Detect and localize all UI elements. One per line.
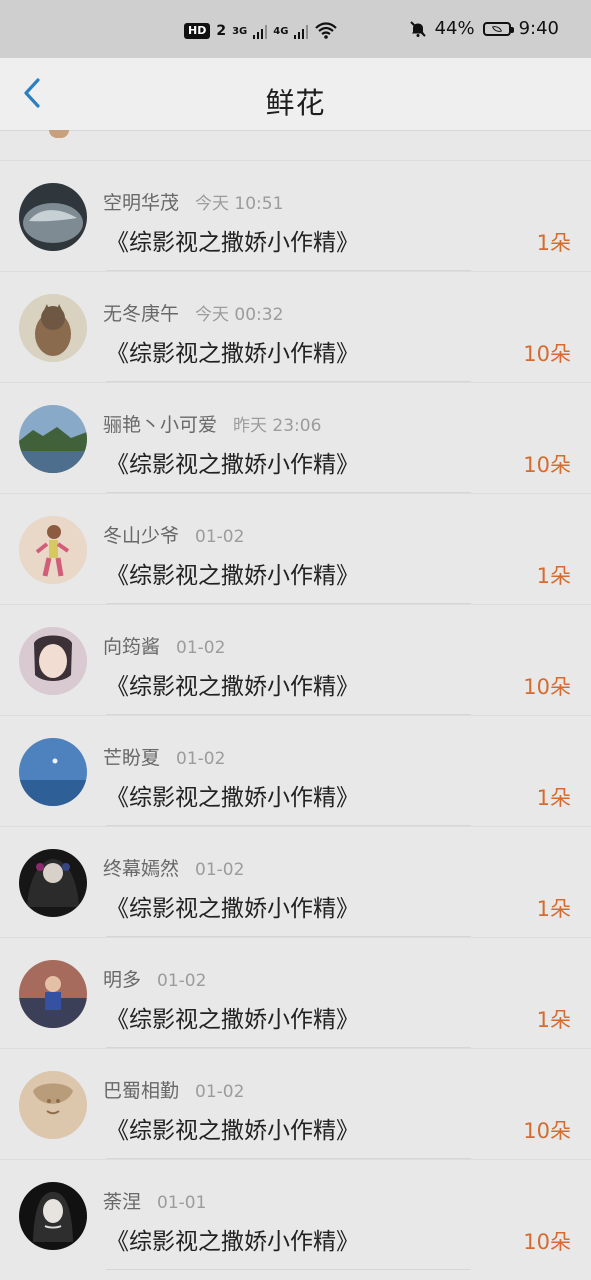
book-title: 《综影视之撒娇小作精》 bbox=[106, 674, 359, 700]
timestamp: 01-02 bbox=[195, 1082, 245, 1102]
list-item[interactable]: 芒盼夏 01-02 《综影视之撒娇小作精》 1朵 bbox=[0, 715, 591, 826]
book-title: 《综影视之撒娇小作精》 bbox=[106, 1118, 359, 1144]
username: 骊艳丶小可爱 bbox=[103, 414, 218, 436]
avatar bbox=[19, 738, 87, 806]
timestamp: 今天 00:32 bbox=[195, 305, 284, 325]
username: 巴蜀相勤 bbox=[103, 1080, 180, 1102]
network-4g-label: 4G bbox=[273, 25, 289, 37]
battery-icon bbox=[482, 21, 514, 36]
flower-count: 10朵 bbox=[523, 1230, 571, 1254]
battery-percent: 44% bbox=[434, 18, 475, 39]
avatar bbox=[19, 627, 87, 695]
list-item[interactable]: 空明华茂 今天 10:51 《综影视之撒娇小作精》 1朵 bbox=[0, 160, 591, 271]
flower-count: 10朵 bbox=[523, 1119, 571, 1143]
username: 终幕嫣然 bbox=[103, 858, 180, 880]
list-item[interactable]: 无冬庚午 今天 00:32 《综影视之撒娇小作精》 10朵 bbox=[0, 271, 591, 382]
bell-muted-icon bbox=[409, 20, 426, 37]
timestamp: 01-02 bbox=[195, 860, 245, 880]
book-title: 《综影视之撒娇小作精》 bbox=[106, 1007, 359, 1033]
network-status: HD 2 3G 4G bbox=[184, 22, 338, 40]
username: 芒盼夏 bbox=[103, 747, 161, 769]
username: 空明华茂 bbox=[103, 192, 180, 214]
timestamp: 01-02 bbox=[157, 971, 207, 991]
flower-count: 10朵 bbox=[523, 342, 571, 366]
username: 向筠酱 bbox=[103, 636, 161, 658]
avatar bbox=[19, 294, 87, 362]
flower-count: 1朵 bbox=[536, 786, 571, 810]
book-title: 《综影视之撒娇小作精》 bbox=[106, 452, 359, 478]
username: 冬山少爷 bbox=[103, 525, 180, 547]
list-item[interactable]: 向筠酱 01-02 《综影视之撒娇小作精》 10朵 bbox=[0, 604, 591, 715]
avatar-fragment bbox=[49, 130, 69, 138]
hd-badge: HD bbox=[184, 23, 211, 39]
avatar bbox=[19, 1071, 87, 1139]
username: 无冬庚午 bbox=[103, 303, 180, 325]
avatar bbox=[19, 405, 87, 473]
gift-record-list: 空明华茂 今天 10:51 《综影视之撒娇小作精》 1朵 无冬庚午 今天 00:… bbox=[0, 130, 591, 1280]
book-title: 《综影视之撒娇小作精》 bbox=[106, 1229, 359, 1255]
username: 明多 bbox=[103, 969, 142, 991]
partial-list-item bbox=[0, 130, 591, 160]
system-status: 44% 9:40 bbox=[409, 18, 559, 39]
avatar bbox=[19, 849, 87, 917]
flower-count: 1朵 bbox=[536, 231, 571, 255]
list-item[interactable]: 终幕嫣然 01-02 《综影视之撒娇小作精》 1朵 bbox=[0, 826, 591, 937]
top-navigation-bar: 鲜花 bbox=[0, 58, 591, 131]
signal-icon bbox=[294, 23, 309, 39]
avatar bbox=[19, 183, 87, 251]
page-title: 鲜花 bbox=[265, 86, 326, 120]
book-title: 《综影视之撒娇小作精》 bbox=[106, 896, 359, 922]
network-3g-label: 3G bbox=[232, 25, 248, 37]
timestamp: 01-02 bbox=[176, 749, 226, 769]
timestamp: 昨天 23:06 bbox=[233, 416, 322, 436]
book-title: 《综影视之撒娇小作精》 bbox=[106, 785, 359, 811]
avatar bbox=[19, 516, 87, 584]
list-item[interactable]: 荼涅 01-01 《综影视之撒娇小作精》 10朵 bbox=[0, 1159, 591, 1270]
sim-number: 2 bbox=[216, 23, 227, 39]
book-title: 《综影视之撒娇小作精》 bbox=[106, 230, 359, 256]
list-item[interactable]: 巴蜀相勤 01-02 《综影视之撒娇小作精》 10朵 bbox=[0, 1048, 591, 1159]
list-item[interactable]: 明多 01-02 《综影视之撒娇小作精》 1朵 bbox=[0, 937, 591, 1048]
avatar bbox=[19, 1182, 87, 1250]
book-title: 《综影视之撒娇小作精》 bbox=[106, 341, 359, 367]
list-item[interactable]: 骊艳丶小可爱 昨天 23:06 《综影视之撒娇小作精》 10朵 bbox=[0, 382, 591, 493]
list-item[interactable]: 冬山少爷 01-02 《综影视之撒娇小作精》 1朵 bbox=[0, 493, 591, 604]
username: 荼涅 bbox=[103, 1191, 142, 1213]
timestamp: 01-01 bbox=[157, 1193, 207, 1213]
divider bbox=[106, 1269, 471, 1270]
timestamp: 01-02 bbox=[176, 638, 226, 658]
avatar bbox=[19, 960, 87, 1028]
flower-count: 1朵 bbox=[536, 897, 571, 921]
flower-count: 10朵 bbox=[523, 453, 571, 477]
timestamp: 今天 10:51 bbox=[195, 194, 284, 214]
signal-icon bbox=[253, 23, 268, 39]
wifi-icon bbox=[315, 22, 338, 39]
flower-count: 10朵 bbox=[523, 675, 571, 699]
flower-count: 1朵 bbox=[536, 1008, 571, 1032]
timestamp: 01-02 bbox=[195, 527, 245, 547]
book-title: 《综影视之撒娇小作精》 bbox=[106, 563, 359, 589]
flower-count: 1朵 bbox=[536, 564, 571, 588]
clock: 9:40 bbox=[518, 18, 559, 39]
